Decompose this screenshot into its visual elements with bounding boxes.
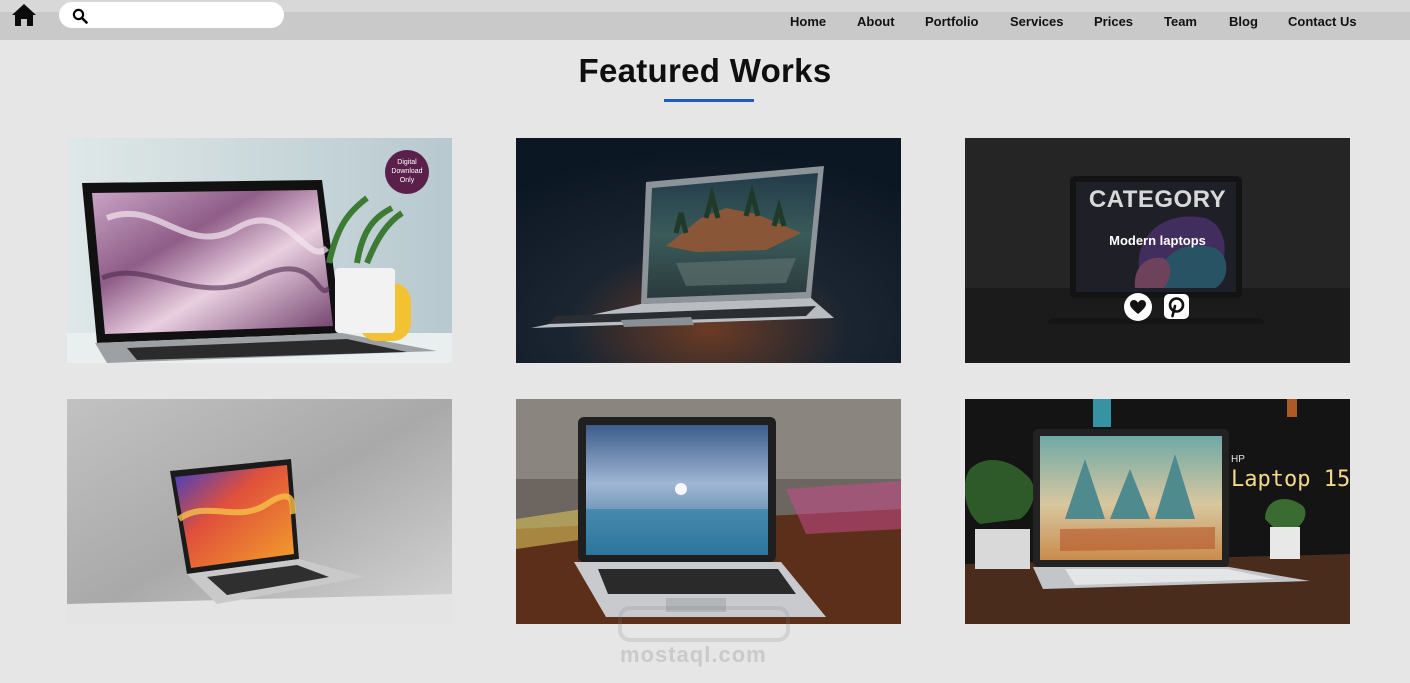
- nav-blog[interactable]: Blog: [1229, 14, 1258, 29]
- nav-home[interactable]: Home: [790, 14, 826, 29]
- digital-download-badge: Digital Download Only: [385, 150, 429, 194]
- nav-contact-us[interactable]: Contact Us: [1288, 14, 1357, 29]
- home-icon[interactable]: [11, 3, 37, 27]
- work-card-4[interactable]: [67, 399, 452, 624]
- hp-model-text: Laptop 15: [1231, 467, 1350, 492]
- overlay-category-name: Modern laptops: [1109, 233, 1206, 248]
- search-input[interactable]: [95, 5, 275, 25]
- watermark-text: mostaql.com: [620, 642, 767, 667]
- work-card-3[interactable]: CATEGORY Modern laptops: [965, 138, 1350, 363]
- search-icon[interactable]: [72, 8, 88, 24]
- work-card-6[interactable]: HP Laptop 15: [965, 399, 1350, 624]
- work-image-6: [965, 399, 1350, 624]
- work-image-5: [516, 399, 901, 624]
- nav-about[interactable]: About: [857, 14, 895, 29]
- overlay-category-title: CATEGORY: [1088, 186, 1227, 213]
- hp-brand-text: HP: [1231, 454, 1245, 465]
- work-card-1[interactable]: Digital Download Only: [67, 138, 452, 363]
- heart-icon[interactable]: [1124, 293, 1152, 321]
- watermark-logo: [618, 606, 790, 642]
- nav-team[interactable]: Team: [1164, 14, 1197, 29]
- top-navigation-bar: Home About Portfolio Services Prices Tea…: [0, 0, 1410, 40]
- card-hover-overlay: [965, 138, 1350, 363]
- title-underline: [664, 99, 754, 102]
- work-image-2: [516, 138, 901, 363]
- search-box[interactable]: [59, 2, 284, 28]
- nav-portfolio[interactable]: Portfolio: [925, 14, 978, 29]
- work-card-2[interactable]: [516, 138, 901, 363]
- nav-services[interactable]: Services: [1010, 14, 1064, 29]
- pinterest-icon[interactable]: [1164, 294, 1189, 319]
- section-title: Featured Works: [578, 52, 832, 89]
- work-image-4: [67, 399, 452, 624]
- work-card-5[interactable]: [516, 399, 901, 624]
- nav-prices[interactable]: Prices: [1094, 14, 1133, 29]
